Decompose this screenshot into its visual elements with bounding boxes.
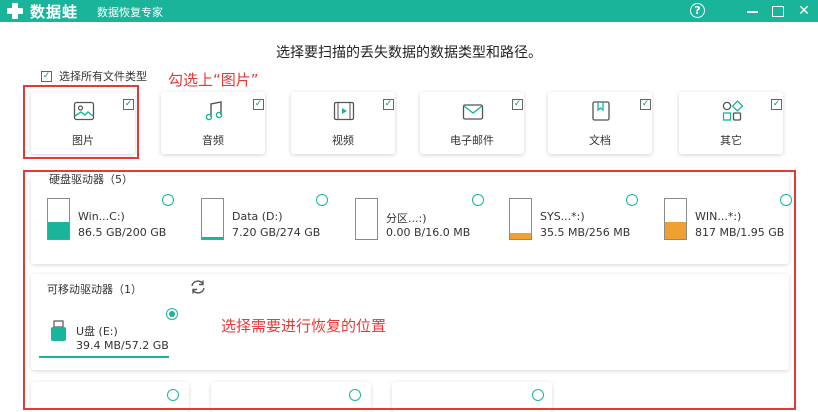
- annotation-box-images: [23, 85, 139, 159]
- page-heading: 选择要扫描的丢失数据的数据类型和路径。: [276, 45, 542, 61]
- app-title: 数据恢复专家: [97, 6, 163, 19]
- type-label: 电子邮件: [450, 134, 494, 147]
- select-all-types[interactable]: ✓ 选择所有文件类型: [41, 68, 147, 84]
- type-label: 文档: [589, 134, 611, 147]
- brand-name: 数据蛙: [30, 2, 79, 21]
- plus-logo-icon: [6, 2, 24, 20]
- document-icon: [592, 101, 610, 121]
- type-label: 音频: [202, 134, 224, 147]
- annotation-box-locations: [23, 170, 796, 410]
- maximize-icon[interactable]: [769, 2, 787, 20]
- documents-checkbox[interactable]: ✓: [640, 99, 651, 110]
- email-checkbox[interactable]: ✓: [512, 99, 523, 110]
- annotation-check-images: 勾选上“图片”: [168, 71, 259, 89]
- email-icon: [462, 104, 484, 120]
- type-label: 视频: [332, 134, 354, 147]
- select-all-checkbox[interactable]: ✓: [41, 70, 52, 82]
- other-checkbox[interactable]: ✓: [771, 99, 782, 110]
- video-checkbox[interactable]: ✓: [383, 99, 394, 110]
- type-card-documents[interactable]: ✓ 文档: [548, 92, 652, 154]
- type-card-audio[interactable]: ✓ 音频: [161, 92, 265, 154]
- type-label: 其它: [720, 134, 742, 147]
- other-icon: [722, 100, 743, 121]
- close-icon[interactable]: ✕: [795, 2, 813, 20]
- minimize-icon[interactable]: [743, 2, 761, 20]
- audio-checkbox[interactable]: ✓: [253, 99, 264, 110]
- type-card-other[interactable]: ✓ 其它: [679, 92, 783, 154]
- select-all-label: 选择所有文件类型: [59, 70, 147, 83]
- help-icon[interactable]: ?: [690, 3, 705, 18]
- app-logo: 数据蛙: [6, 1, 78, 21]
- audio-icon: [205, 101, 223, 121]
- title-bar: 数据蛙 数据恢复专家 ? ✕: [0, 0, 818, 22]
- video-icon: [333, 101, 355, 121]
- type-card-email[interactable]: ✓ 电子邮件: [420, 92, 524, 154]
- type-card-video[interactable]: ✓ 视频: [291, 92, 395, 154]
